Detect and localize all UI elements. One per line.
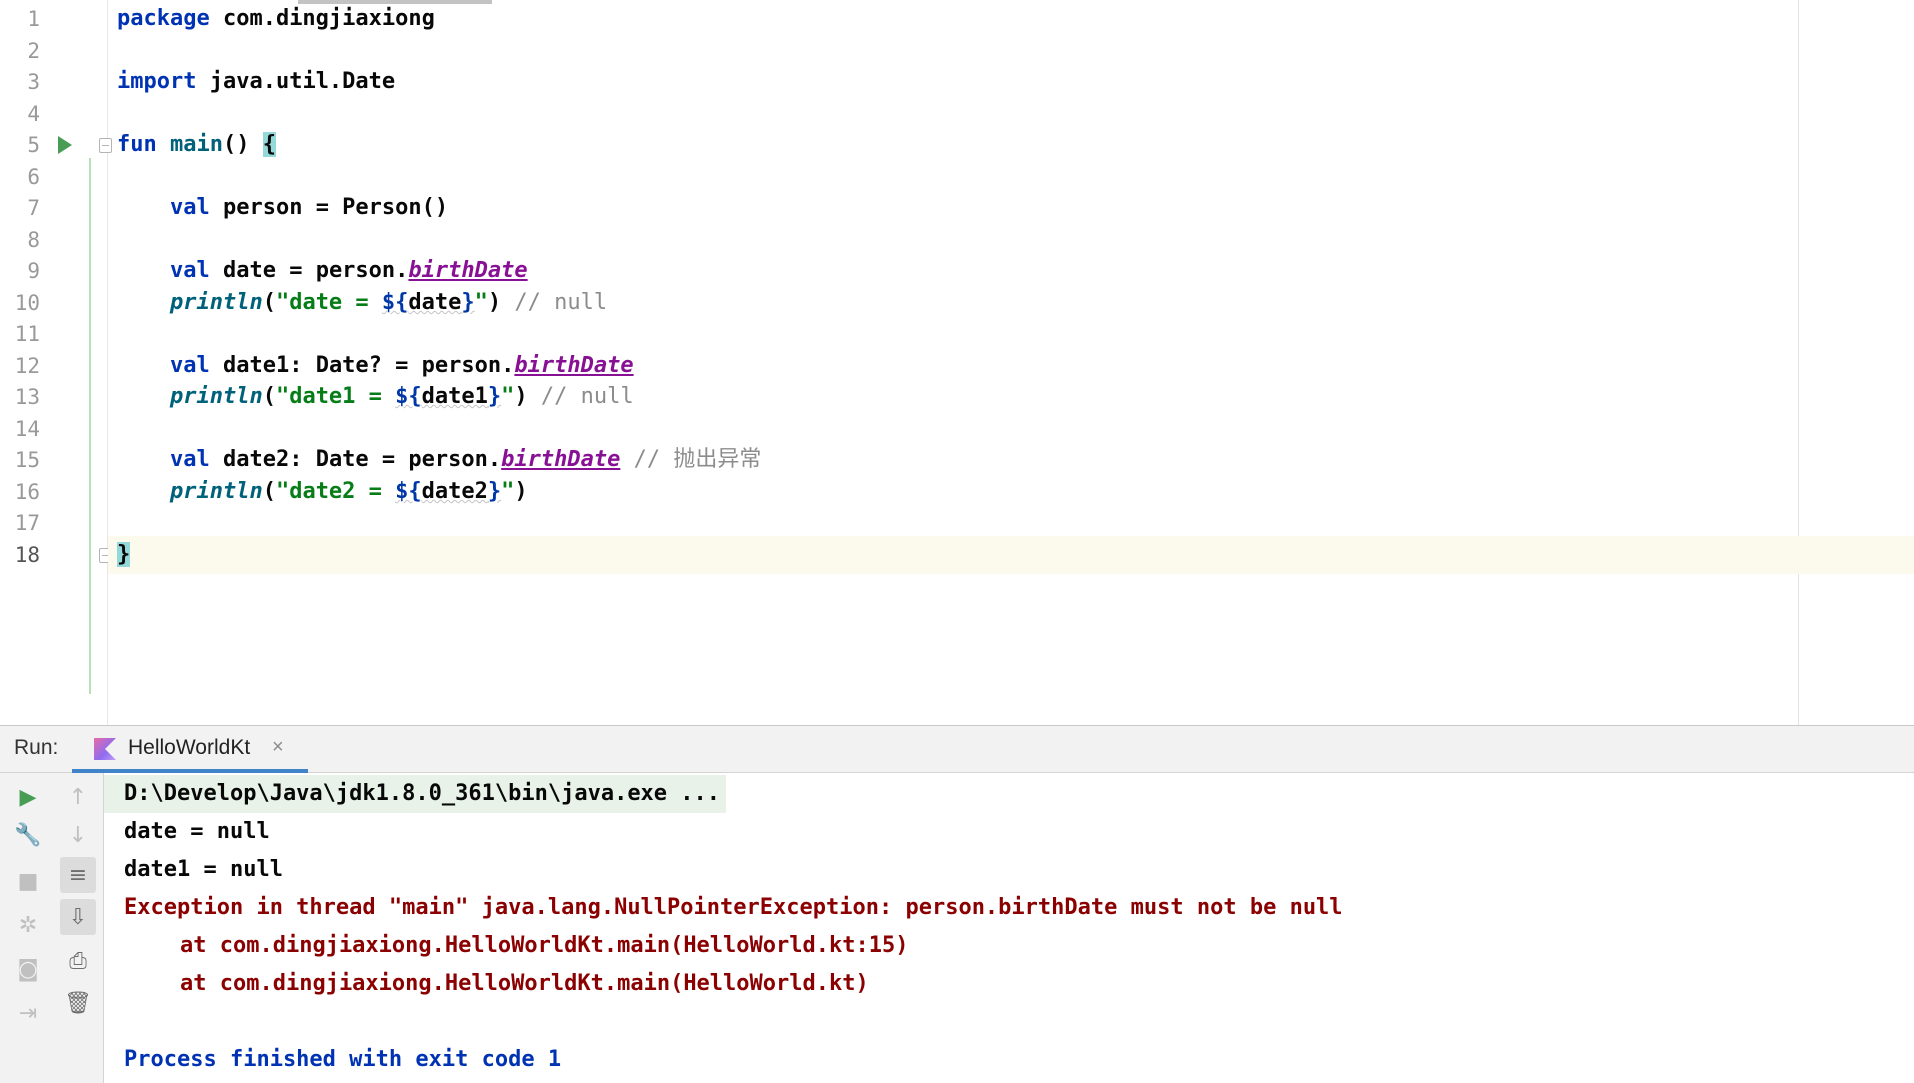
- trash-icon[interactable]: 🗑: [60, 985, 96, 1021]
- template-variable: date1: [421, 384, 488, 409]
- comment: // null: [514, 290, 608, 315]
- code-line: val person = Person(): [108, 189, 1914, 227]
- property-reference[interactable]: birthDate: [514, 353, 633, 378]
- template-open: ${: [395, 479, 422, 504]
- keyword: val: [169, 353, 210, 378]
- soft-wrap-icon[interactable]: ≡: [60, 857, 96, 893]
- code-text: date = person.: [209, 258, 409, 283]
- editor-gutter: 1 2 3 4 5 6 7 8 9 10 11 12 13 14 15 16 1…: [0, 0, 112, 725]
- code-text: date1: Date? = person.: [209, 353, 515, 378]
- stack-trace-line[interactable]: at com.dingjiaxiong.HelloWorldKt.main(He…: [104, 927, 908, 965]
- keyword: import: [117, 69, 197, 94]
- code-line-current: }: [108, 536, 1914, 574]
- process-exit-line: Process finished with exit code 1: [124, 1047, 562, 1072]
- run-toolbar: ▶ ↑ 🔧 ↓ ≡ ■ ⇩ ✲ ⎙ ◙ 🗑 ⇥: [0, 773, 104, 1083]
- property-reference[interactable]: birthDate: [501, 447, 620, 472]
- comment: // 抛出异常: [620, 447, 762, 472]
- function-name: main: [156, 132, 223, 157]
- run-gutter-icon[interactable]: [58, 136, 72, 154]
- code-text: (: [262, 479, 276, 504]
- print-icon[interactable]: ⎙: [60, 943, 96, 979]
- matched-brace: {: [262, 132, 276, 157]
- code-text: ): [514, 384, 541, 409]
- code-line: fun main() {: [108, 126, 1914, 164]
- camera-icon[interactable]: ◙: [10, 951, 46, 987]
- line-number: 18: [14, 543, 40, 567]
- code-text: (: [262, 290, 276, 315]
- code-line: println("date = ${date}") // null: [108, 284, 1914, 322]
- keyword: package: [117, 6, 210, 31]
- stop-icon[interactable]: ■: [10, 863, 46, 899]
- arrow-down-icon[interactable]: ↓: [60, 817, 96, 853]
- string-literal: ": [501, 384, 515, 409]
- gutter-row: 18: [0, 536, 112, 574]
- template-close: }: [487, 479, 502, 504]
- code-line: import java.util.Date: [108, 63, 1914, 101]
- rerun-icon[interactable]: ▶: [10, 779, 46, 815]
- comment: // null: [540, 384, 634, 409]
- template-close: }: [487, 384, 502, 409]
- keyword: val: [169, 258, 210, 283]
- template-close: }: [461, 290, 475, 315]
- console-line: date1 = null: [124, 857, 283, 882]
- function-call[interactable]: println: [170, 290, 263, 315]
- property-reference[interactable]: birthDate: [408, 258, 527, 283]
- code-line: package com.dingjiaxiong: [108, 0, 1914, 38]
- run-title: Run:: [14, 736, 59, 759]
- close-icon[interactable]: ×: [272, 736, 284, 759]
- run-tool-window: Run: HelloWorldKt × ▶ ↑ 🔧 ↓ ≡ ■ ⇩ ✲ ⎙ ◙ …: [0, 725, 1914, 1083]
- run-tab[interactable]: HelloWorldKt ×: [72, 726, 308, 773]
- string-literal: ": [474, 290, 488, 315]
- console-error-line: Exception in thread "main" java.lang.Nul…: [124, 895, 1343, 920]
- function-call[interactable]: println: [170, 384, 263, 409]
- string-literal: "date1 =: [275, 384, 396, 409]
- run-header: Run: HelloWorldKt ×: [0, 726, 1914, 773]
- template-variable: date2: [421, 479, 488, 504]
- debug-icon[interactable]: ✲: [10, 907, 46, 943]
- console-line: date = null: [124, 819, 270, 844]
- code-text: (): [222, 132, 263, 157]
- matched-brace: }: [117, 542, 131, 567]
- string-literal: ": [501, 479, 515, 504]
- code-text: (: [262, 384, 276, 409]
- code-text: ): [487, 290, 515, 315]
- template-open: ${: [381, 290, 409, 315]
- code-text: com.dingjiaxiong: [209, 6, 435, 31]
- code-line: println("date1 = ${date1}") // null: [108, 378, 1914, 416]
- code-text: person = Person(): [209, 195, 449, 220]
- string-literal: "date2 =: [275, 479, 396, 504]
- keyword: fun: [117, 132, 157, 157]
- keyword: val: [169, 195, 210, 220]
- template-variable: date: [408, 290, 462, 315]
- arrow-up-icon[interactable]: ↑: [60, 779, 96, 815]
- function-call[interactable]: println: [170, 479, 263, 504]
- scroll-to-end-icon[interactable]: ⇩: [60, 899, 96, 935]
- keyword: val: [169, 447, 210, 472]
- console-output[interactable]: D:\Develop\Java\jdk1.8.0_361\bin\java.ex…: [104, 773, 1914, 1083]
- wrench-icon[interactable]: 🔧: [10, 817, 46, 853]
- code-text: ): [514, 479, 528, 504]
- kotlin-icon: [94, 738, 116, 760]
- code-line: println("date2 = ${date2}"): [108, 473, 1914, 511]
- code-text: java.util.Date: [196, 69, 396, 94]
- vcs-change-marker[interactable]: [89, 158, 91, 694]
- exit-icon[interactable]: ⇥: [10, 995, 46, 1031]
- stack-trace-line[interactable]: at com.dingjiaxiong.HelloWorldKt.main(He…: [104, 965, 869, 1003]
- string-literal: "date =: [275, 290, 382, 315]
- console-command-line[interactable]: D:\Develop\Java\jdk1.8.0_361\bin\java.ex…: [104, 775, 727, 813]
- code-text: date2: Date = person.: [209, 447, 502, 472]
- code-editor[interactable]: 1 2 3 4 5 6 7 8 9 10 11 12 13 14 15 16 1…: [0, 0, 1914, 725]
- run-tab-label: HelloWorldKt: [128, 736, 251, 759]
- template-open: ${: [395, 384, 422, 409]
